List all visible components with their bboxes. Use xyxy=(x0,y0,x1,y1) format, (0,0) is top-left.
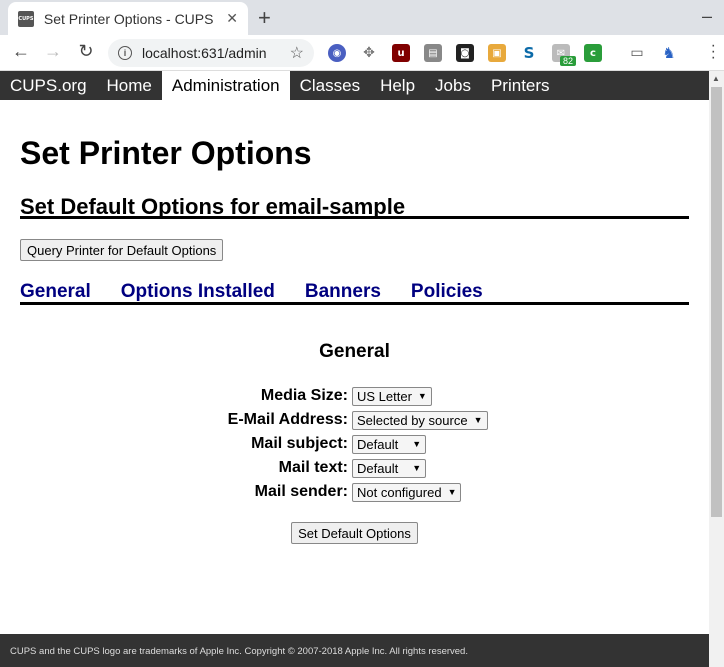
tab-banners[interactable]: Banners xyxy=(305,281,381,302)
green-extension-icon[interactable]: c xyxy=(584,44,602,62)
mail-sender-select[interactable]: Not configured ▼ xyxy=(352,482,462,502)
mail-text-label: Mail text: xyxy=(278,459,348,476)
tab-general[interactable]: General xyxy=(20,281,91,302)
extension-badge: 82 xyxy=(560,56,577,66)
page-viewport: CUPS.org Home Administration Classes Hel… xyxy=(0,71,709,667)
forward-arrow-icon[interactable]: → xyxy=(41,41,65,62)
mail-text-select[interactable]: Default ▼ xyxy=(352,458,427,478)
options-form: Media Size: US Letter ▼ E-Mail Address: … xyxy=(20,384,689,504)
css-extension-icon[interactable]: ▤ xyxy=(424,44,442,62)
dropdown-arrow-icon: ▼ xyxy=(412,463,422,473)
nav-home[interactable]: Home xyxy=(97,71,162,100)
nav-printers[interactable]: Printers xyxy=(481,71,560,100)
close-icon[interactable]: ✕ xyxy=(226,10,238,27)
new-tab-icon[interactable]: + xyxy=(258,5,271,31)
scroll-up-icon[interactable]: ▲ xyxy=(712,74,720,83)
option-row-mail-sender: Mail sender: Not configured ▼ xyxy=(20,480,689,504)
browser-toolbar: ← → ↻ i localhost:631/admin ☆ ◉ ✥ u ▤ ◙ … xyxy=(0,35,724,71)
option-row-mail-subject: Mail subject: Default ▼ xyxy=(20,432,689,456)
menu-icon[interactable]: · · · xyxy=(711,38,716,66)
nav-cups-org[interactable]: CUPS.org xyxy=(0,71,97,100)
address-bar[interactable]: i localhost:631/admin ☆ xyxy=(108,39,314,67)
globe-extension-icon[interactable]: ◉ xyxy=(328,44,346,62)
dropdown-arrow-icon: ▼ xyxy=(417,391,427,401)
set-default-options-button[interactable]: Set Default Options xyxy=(291,522,418,544)
dropdown-arrow-icon: ▼ xyxy=(473,415,483,425)
mail-sender-label: Mail sender: xyxy=(254,483,348,500)
tab-strip: CUPS Set Printer Options - CUPS 2 ✕ + – xyxy=(0,0,724,35)
group-title: General xyxy=(319,341,390,362)
dropdown-arrow-icon: ▼ xyxy=(447,487,457,497)
submit-wrap: Set Default Options xyxy=(20,522,689,544)
option-row-mail-text: Mail text: Default ▼ xyxy=(20,456,689,480)
tab-title: Set Printer Options - CUPS 2 xyxy=(43,10,219,27)
s-extension-icon[interactable]: S xyxy=(520,44,538,62)
mail-subject-select[interactable]: Default ▼ xyxy=(352,434,427,454)
color-extension-icon[interactable]: ▣ xyxy=(488,44,506,62)
reload-icon[interactable]: ↻ xyxy=(74,41,98,62)
ublock-extension-icon[interactable]: u xyxy=(392,44,410,62)
tab-policies[interactable]: Policies xyxy=(411,281,483,302)
media-size-label: Media Size: xyxy=(260,387,348,404)
mail-subject-label: Mail subject: xyxy=(251,435,348,452)
email-address-label: E-Mail Address: xyxy=(227,411,348,428)
page-footer: CUPS and the CUPS logo are trademarks of… xyxy=(0,634,709,667)
cast-icon[interactable]: ▭ xyxy=(628,44,646,62)
mail-sender-value: Not configured xyxy=(357,484,442,500)
dropdown-arrow-icon: ▼ xyxy=(412,439,422,449)
star-icon[interactable]: ☆ xyxy=(290,43,304,63)
browser-tab[interactable]: CUPS Set Printer Options - CUPS 2 ✕ xyxy=(8,2,248,35)
option-row-email-address: E-Mail Address: Selected by source ▼ xyxy=(20,408,689,432)
tab-options-installed[interactable]: Options Installed xyxy=(121,281,275,302)
nav-classes[interactable]: Classes xyxy=(290,71,370,100)
info-icon[interactable]: i xyxy=(118,46,132,60)
email-address-select[interactable]: Selected by source ▼ xyxy=(352,410,488,430)
profile-icon[interactable]: ♞ xyxy=(660,44,678,62)
cups-favicon: CUPS xyxy=(18,10,34,27)
cups-nav: CUPS.org Home Administration Classes Hel… xyxy=(0,71,709,100)
glasses-extension-icon[interactable]: ◙ xyxy=(456,44,474,62)
email-address-value: Selected by source xyxy=(357,412,468,428)
back-arrow-icon[interactable]: ← xyxy=(9,41,33,62)
section-heading: Set Default Options for email-sample xyxy=(20,193,689,219)
minimize-icon[interactable]: – xyxy=(702,6,712,27)
page-title: Set Printer Options xyxy=(20,135,312,171)
main-content: Set Printer Options Set Default Options … xyxy=(20,100,689,544)
mail-text-value: Default xyxy=(357,460,399,476)
nav-help[interactable]: Help xyxy=(370,71,425,100)
media-size-select[interactable]: US Letter ▼ xyxy=(352,386,432,406)
nav-jobs[interactable]: Jobs xyxy=(425,71,481,100)
nav-administration[interactable]: Administration xyxy=(161,71,290,100)
media-size-value: US Letter xyxy=(357,388,412,404)
page-scrollbar[interactable]: ▲ xyxy=(709,71,724,667)
url-text: localhost:631/admin xyxy=(142,45,267,61)
scroll-thumb[interactable] xyxy=(711,87,722,517)
option-row-media-size: Media Size: US Letter ▼ xyxy=(20,384,689,408)
query-printer-button[interactable]: Query Printer for Default Options xyxy=(20,239,224,261)
option-section-tabs: General Options Installed Banners Polici… xyxy=(20,281,689,305)
move-extension-icon[interactable]: ✥ xyxy=(360,44,378,62)
mail-subject-value: Default xyxy=(357,436,399,452)
